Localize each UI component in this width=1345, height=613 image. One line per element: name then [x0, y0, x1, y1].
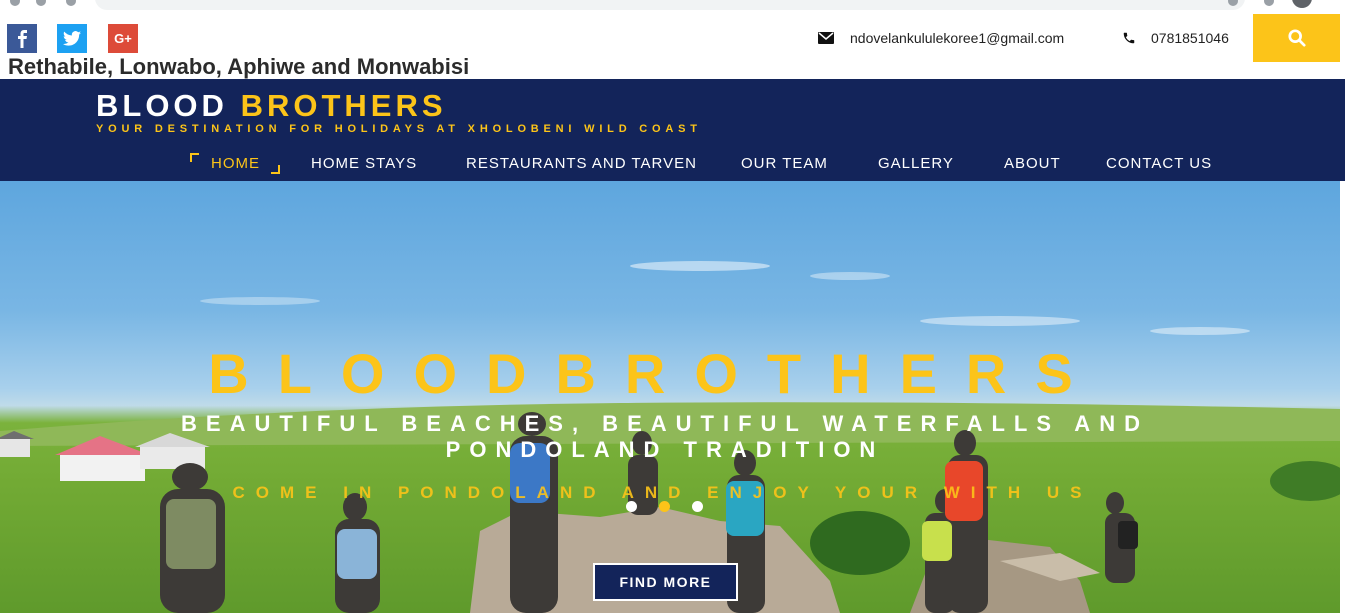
hero-title: BLOODBROTHERS: [208, 342, 1102, 405]
nav-item-about[interactable]: ABOUT: [1004, 155, 1061, 172]
address-bar[interactable]: [95, 0, 1245, 10]
twitter-icon: [63, 31, 81, 46]
owners-heading: Rethabile, Lonwabo, Aphiwe and Monwabisi: [8, 54, 470, 79]
facebook-icon: [18, 29, 27, 48]
site-tagline: YOUR DESTINATION FOR HOLIDAYS AT XHOLOBE…: [96, 123, 702, 135]
facebook-button[interactable]: [7, 24, 37, 53]
slider-dot-2[interactable]: [659, 501, 670, 512]
google-plus-button[interactable]: G+: [108, 24, 138, 53]
browser-chrome: [0, 0, 1345, 14]
site-logo[interactable]: BLOOD BROTHERS: [96, 88, 447, 124]
search-button[interactable]: [1253, 14, 1340, 62]
top-bar: G+ Rethabile, Lonwabo, Aphiwe and Monwab…: [0, 14, 1345, 79]
nav-item-home-stays[interactable]: HOME STAYS: [311, 155, 417, 172]
nav-item-restaurants[interactable]: RESTAURANTS AND TARVEN: [466, 155, 697, 172]
extensions-icon[interactable]: [1264, 0, 1274, 6]
reload-icon[interactable]: [66, 0, 76, 6]
contact-phone[interactable]: 0781851046: [1122, 30, 1229, 46]
active-bracket-top-left: [190, 153, 199, 162]
phone-text: 0781851046: [1151, 30, 1229, 46]
nav-item-contact-us[interactable]: CONTACT US: [1106, 155, 1212, 172]
hero-tagline: COME IN PONDOLAND AND ENJOY YOUR WITH US: [232, 483, 1093, 502]
google-plus-icon: G+: [114, 31, 132, 46]
hero-slider: BLOODBROTHERS BEAUTIFUL BEACHES, BEAUTIF…: [0, 181, 1340, 613]
nav-item-gallery[interactable]: GALLERY: [878, 155, 954, 172]
logo-part-blood: BLOOD: [96, 88, 228, 123]
hero-subtitle: BEAUTIFUL BEACHES, BEAUTIFUL WATERFALLS …: [181, 411, 1149, 462]
nav-menu: HOME HOME STAYS RESTAURANTS AND TARVEN O…: [0, 153, 1345, 175]
profile-avatar[interactable]: [1292, 0, 1312, 8]
envelope-icon: [818, 32, 834, 44]
find-more-button[interactable]: FIND MORE: [593, 563, 738, 601]
main-navbar: BLOOD BROTHERS YOUR DESTINATION FOR HOLI…: [0, 79, 1345, 181]
contact-email[interactable]: ndovelankululekoree1@gmail.com: [818, 30, 1064, 46]
nav-item-our-team[interactable]: OUR TEAM: [741, 155, 828, 172]
slider-dot-3[interactable]: [692, 501, 703, 512]
twitter-button[interactable]: [57, 24, 87, 53]
search-icon: [1287, 29, 1306, 47]
phone-icon: [1123, 32, 1135, 44]
slider-dot-1[interactable]: [626, 501, 637, 512]
email-text: ndovelankululekoree1@gmail.com: [850, 30, 1065, 46]
logo-part-brothers: BROTHERS: [240, 88, 447, 123]
active-bracket-bottom-right: [271, 165, 280, 174]
nav-item-home[interactable]: HOME: [211, 155, 260, 172]
forward-icon[interactable]: [36, 0, 46, 6]
back-icon[interactable]: [10, 0, 20, 6]
